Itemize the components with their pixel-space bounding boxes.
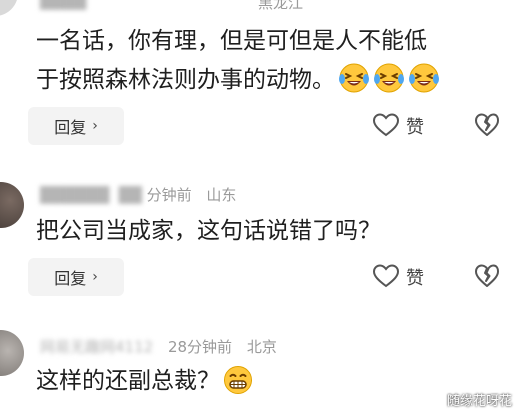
heart-icon[interactable] xyxy=(372,112,400,138)
reply-button[interactable]: 回复 › xyxy=(28,107,124,145)
watermark: 随缘花呀花 xyxy=(446,394,512,409)
comment-location: 北京 xyxy=(246,338,277,356)
laughing-crying-icon xyxy=(339,63,369,93)
comment-text: 这样的还副总裁？ xyxy=(36,362,253,401)
comment-text-body: 这样的还副总裁？ xyxy=(36,368,220,394)
reply-button-label: 回复 xyxy=(54,118,87,137)
comment-meta: ██████ ██ 分钟前 山东 xyxy=(40,184,236,205)
avatar[interactable] xyxy=(0,330,24,376)
comment-location: 黑龙江 xyxy=(258,0,304,12)
like-label[interactable]: 赞 xyxy=(406,113,424,139)
laughing-crying-icon xyxy=(374,63,404,93)
reply-button-label: 回复 xyxy=(54,269,87,288)
chevron-right-icon: › xyxy=(92,118,98,134)
username-blurred: ██████ ██ xyxy=(40,186,142,204)
comment-username[interactable]: 网易无趣网4112 xyxy=(40,338,153,356)
chevron-right-icon: › xyxy=(92,269,98,285)
like-label[interactable]: 赞 xyxy=(406,264,424,290)
laughing-crying-emoji-group xyxy=(335,63,440,93)
grinning-face-icon xyxy=(224,366,252,394)
comment-text: 把公司当成家，这句话说错了吗？ xyxy=(36,218,381,244)
comment-text-line: 于按照森林法则办事的动物。 xyxy=(36,61,440,100)
heart-icon[interactable] xyxy=(372,263,400,289)
laughing-crying-icon xyxy=(409,63,439,93)
comment-meta: 网易无趣网4112 28分钟前 北京 xyxy=(40,336,277,357)
comment-text-line: 一名话，你有理，但是可但是人不能低 xyxy=(36,28,427,54)
avatar[interactable] xyxy=(0,0,18,16)
broken-heart-icon[interactable] xyxy=(474,263,500,289)
comment-thread: ████ 黑龙江 一名话，你有理，但是可但是人不能低 于按照森林法则办事的动物。 xyxy=(0,0,518,413)
comment-text-line2: 于按照森林法则办事的动物。 xyxy=(36,67,335,93)
comment-time: 分钟前 xyxy=(146,186,192,204)
comment-location: 山东 xyxy=(206,186,237,204)
username-blurred: ████ xyxy=(40,0,425,10)
reply-button[interactable]: 回复 › xyxy=(28,258,124,296)
avatar[interactable] xyxy=(0,182,24,228)
comment-time: 28分钟前 xyxy=(167,338,233,356)
comment-text: 一名话，你有理，但是可但是人不能低 于按照森林法则办事的动物。 xyxy=(36,22,440,100)
broken-heart-icon[interactable] xyxy=(474,112,500,138)
comment-meta: ████ xyxy=(40,0,425,10)
